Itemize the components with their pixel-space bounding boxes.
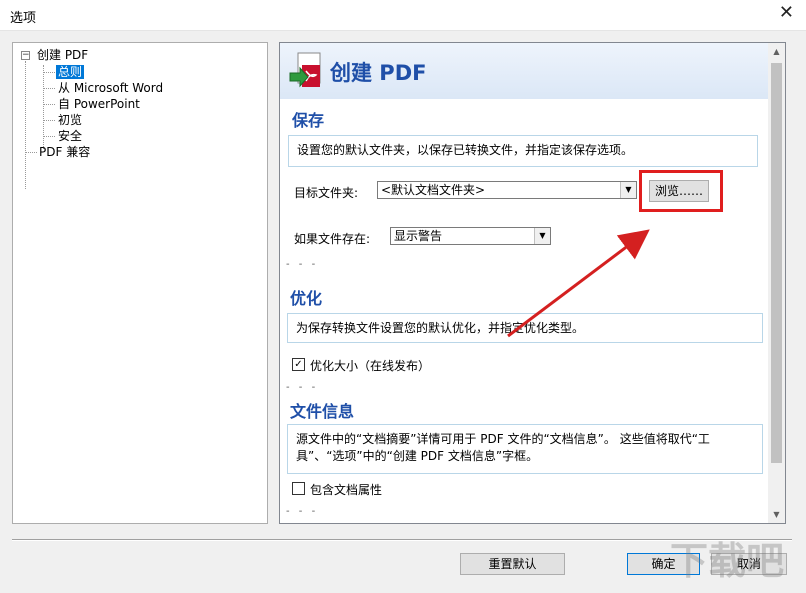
tree-item-create-pdf[interactable]: 创建 PDF [37,47,88,63]
reset-defaults-button[interactable]: 重置默认 [460,553,565,575]
close-icon[interactable]: ✕ [779,2,794,23]
annotation-arrow [507,229,650,338]
title-bar: 选项 ✕ [0,0,806,31]
settings-panel: 创建 PDF 保存 设置您的默认文件夹，以保存已转换文件，并指定该保存选项。 目… [279,42,786,524]
tree-item-powerpoint[interactable]: 自 PowerPoint [58,96,140,112]
vertical-scrollbar[interactable]: ▲ ▼ [768,43,785,523]
tree-item-pdf-compat[interactable]: PDF 兼容 [39,144,90,160]
tree-item-general[interactable]: 总则 [56,64,85,80]
tree-connector [25,61,26,189]
collapse-icon[interactable]: − [21,51,30,60]
scroll-thumb[interactable] [771,63,782,463]
scroll-down-icon[interactable]: ▼ [768,506,785,523]
window-title: 选项 [10,11,37,26]
tree-item-preview[interactable]: 初览 [58,112,82,128]
scroll-up-icon[interactable]: ▲ [768,43,785,60]
tree-item-word[interactable]: 从 Microsoft Word [58,80,163,96]
tree-item-security[interactable]: 安全 [58,128,82,144]
options-tree[interactable]: − 创建 PDF 总则 从 Microsoft Word 自 PowerPoin… [12,42,268,524]
watermark: 下载吧 [670,539,785,583]
